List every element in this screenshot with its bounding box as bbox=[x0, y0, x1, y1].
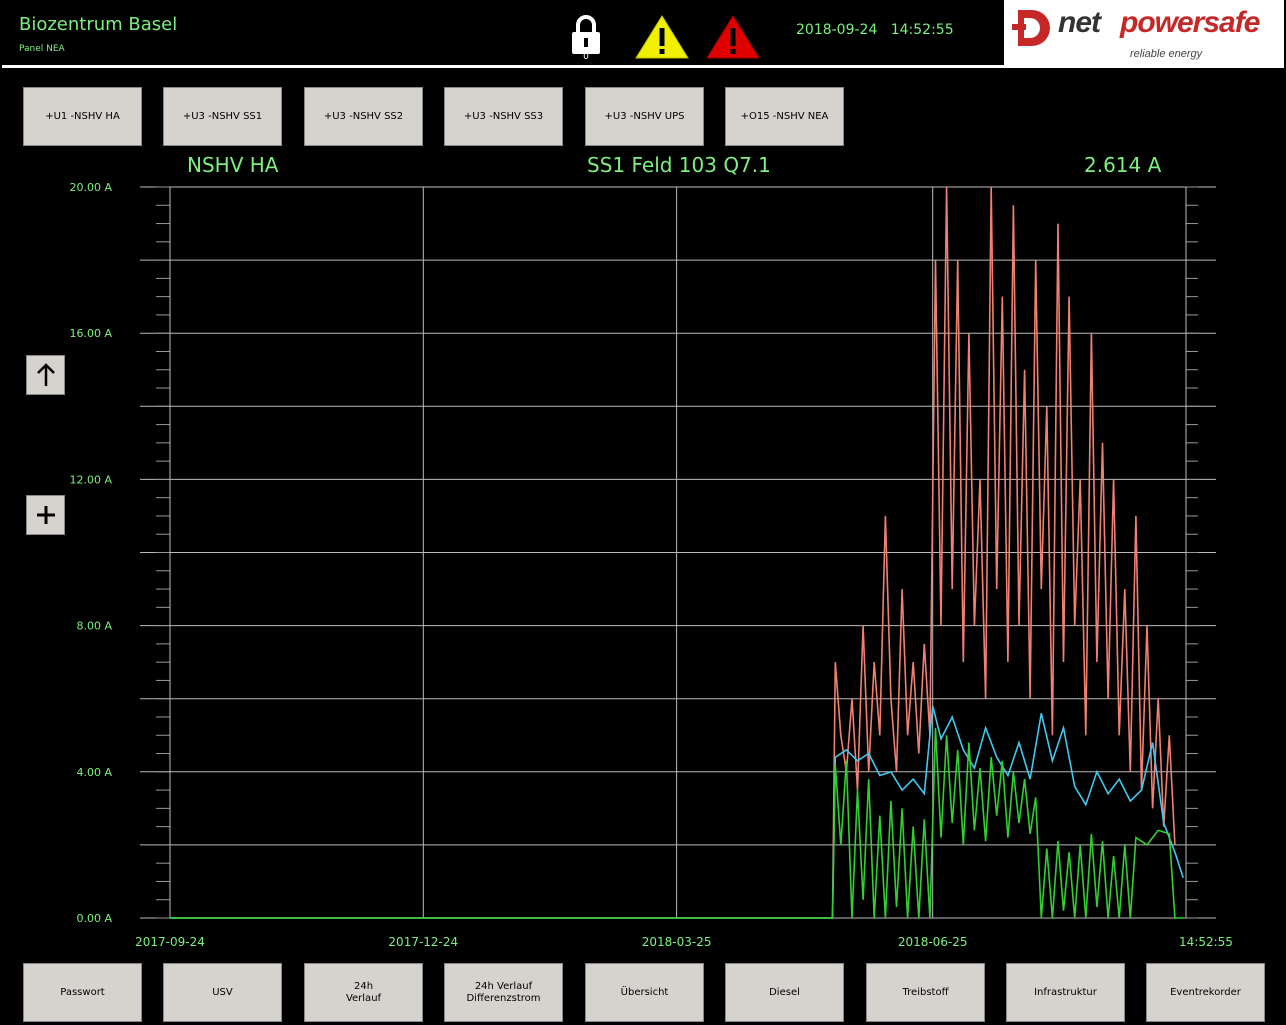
logo-mark-icon bbox=[1012, 10, 1050, 46]
company-logo: net powersafe reliable energy bbox=[1004, 0, 1284, 65]
usv-button[interactable]: USV bbox=[163, 963, 282, 1022]
nav-button-u3-nshv-ss2[interactable]: +U3 -NSHV SS2 bbox=[304, 87, 423, 146]
time-text: 14:52:55 bbox=[890, 22, 954, 38]
nav-button-u3-nshv-ss3[interactable]: +U3 -NSHV SS3 bbox=[444, 87, 563, 146]
logo-word-powersafe: powersafe bbox=[1120, 6, 1260, 39]
y-tick-label: 0.00 A bbox=[76, 912, 112, 925]
logo-tagline: reliable energy bbox=[1130, 48, 1203, 60]
y-tick-label: 16.00 A bbox=[69, 327, 112, 340]
logo-word-net: net bbox=[1058, 6, 1101, 39]
datetime-display: 2018-09-24 14:52:55 bbox=[796, 22, 954, 38]
date-text: 2018-09-24 bbox=[796, 22, 878, 38]
event-recorder-button[interactable]: Eventrekorder bbox=[1146, 963, 1265, 1022]
panel-name: Panel NEA bbox=[19, 44, 65, 54]
app-title: Biozentrum Basel bbox=[19, 14, 178, 35]
y-tick-label: 4.00 A bbox=[76, 766, 112, 779]
x-tick-label: 2017-09-24 bbox=[135, 935, 205, 949]
nav-button-u3-nshv-ups[interactable]: +U3 -NSHV UPS bbox=[585, 87, 704, 146]
warning-yellow-icon[interactable] bbox=[634, 14, 690, 60]
y-axis: 20.00 A 16.00 A 12.00 A 8.00 A 4.00 A 0.00 A bbox=[69, 181, 112, 925]
nav-button-o15-nshv-nea[interactable]: +O15 -NSHV NEA bbox=[725, 87, 844, 146]
y-tick-label: 12.00 A bbox=[69, 473, 112, 486]
x-tick-label: 2018-06-25 bbox=[898, 935, 968, 949]
24h-differential-current-button[interactable]: 24h Verlauf Differenzstrom bbox=[444, 963, 563, 1022]
diesel-button[interactable]: Diesel bbox=[725, 963, 844, 1022]
nav-button-u3-nshv-ss1[interactable]: +U3 -NSHV SS1 bbox=[163, 87, 282, 146]
x-tick-label: 2018-03-25 bbox=[642, 935, 712, 949]
current-trend-chart: 20.00 A16.00 A12.00 A8.00 A4.00 A0.00 A … bbox=[69, 181, 1233, 949]
x-axis: 2017-09-24 2017-12-24 2018-03-25 2018-06-25… bbox=[135, 935, 1233, 949]
overview-button[interactable]: Übersicht bbox=[585, 963, 704, 1022]
x-tick-label: 2017-12-24 bbox=[388, 935, 458, 949]
lock-count: 0 bbox=[583, 52, 589, 62]
fuel-button[interactable]: Treibstoff bbox=[866, 963, 985, 1022]
y-tick-label: 20.00 A bbox=[69, 181, 112, 194]
nav-button-u1-nshv-ha[interactable]: +U1 -NSHV HA bbox=[23, 87, 142, 146]
x-tick-label: 14:52:55 bbox=[1179, 935, 1233, 949]
y-tick-label: 8.00 A bbox=[76, 620, 112, 633]
infrastructure-button[interactable]: Infrastruktur bbox=[1006, 963, 1125, 1022]
24h-history-button[interactable]: 24h Verlauf bbox=[304, 963, 423, 1022]
password-button[interactable]: Passwort bbox=[23, 963, 142, 1022]
warning-red-icon[interactable] bbox=[705, 14, 761, 60]
